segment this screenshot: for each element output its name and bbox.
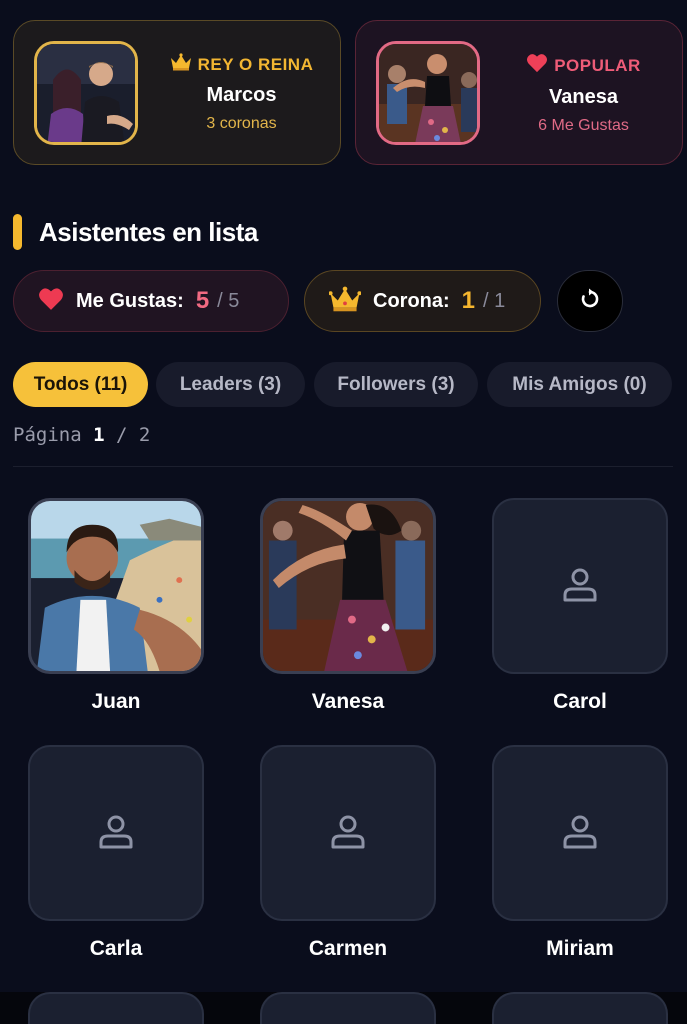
likes-counter: Me Gustas: 5 / 5 <box>13 270 289 332</box>
attendee-name: Carmen <box>308 937 388 960</box>
section-header: Asistentes en lista <box>13 213 258 251</box>
crown-icon <box>170 53 192 76</box>
section-accent-bar <box>13 214 22 250</box>
attendee-card-juan[interactable] <box>28 498 204 674</box>
popular-tag-label: POPULAR <box>554 55 641 75</box>
heart-icon <box>38 287 64 316</box>
king-name: Marcos <box>206 84 277 106</box>
juan-photo <box>31 501 201 671</box>
tab-leaders[interactable]: Leaders (3) <box>156 362 305 407</box>
heart-icon <box>526 53 548 78</box>
user-placeholder-icon <box>328 811 368 856</box>
attendee-card-carmen[interactable] <box>260 745 436 921</box>
attendee-name: Juan <box>91 690 141 713</box>
attendee-card-partial[interactable] <box>28 992 204 1024</box>
attendee-card-partial[interactable] <box>260 992 436 1024</box>
popular-tag: POPULAR <box>496 53 671 78</box>
user-placeholder-icon <box>560 811 600 856</box>
attendee-card-carol[interactable] <box>492 498 668 674</box>
king-crown-count: 3 coronas <box>206 115 277 132</box>
section-title: Asistentes en lista <box>39 216 258 247</box>
page-current: 1 <box>93 424 105 446</box>
user-placeholder-icon <box>96 811 136 856</box>
crown-counter: Corona: 1 / 1 <box>304 270 541 332</box>
king-tag: REY O REINA <box>154 53 329 76</box>
popular-photo <box>376 41 480 145</box>
refresh-button[interactable] <box>557 270 623 332</box>
page-separator: / <box>116 424 128 446</box>
attendee-card-partial[interactable] <box>492 992 668 1024</box>
crown-icon <box>328 286 362 317</box>
popular-name: Vanesa <box>549 86 618 108</box>
king-queen-card[interactable]: REY O REINA Marcos 3 coronas <box>13 20 341 165</box>
king-tag-label: REY O REINA <box>197 54 314 74</box>
attendee-name: Miriam <box>546 937 614 960</box>
attendee-name: Carla <box>89 937 143 960</box>
tab-followers[interactable]: Followers (3) <box>314 362 478 407</box>
page-prefix: Página <box>13 424 82 446</box>
page-indicator: Página 1 / 2 <box>13 424 150 446</box>
popular-likes-count: 6 Me Gustas <box>538 117 629 134</box>
tab-todos[interactable]: Todos (11) <box>13 362 148 407</box>
popular-info: POPULAR Vanesa 6 Me Gustas <box>496 53 671 135</box>
divider <box>13 466 673 467</box>
likes-value: 5 <box>195 287 210 314</box>
tab-mis-amigos[interactable]: Mis Amigos (0) <box>487 362 672 407</box>
king-info: REY O REINA Marcos 3 coronas <box>154 53 329 133</box>
attendee-card-vanesa[interactable] <box>260 498 436 674</box>
user-placeholder-icon <box>560 564 600 609</box>
attendee-card-carla[interactable] <box>28 745 204 921</box>
attendee-name: Vanesa <box>311 690 385 713</box>
highlight-cards: REY O REINA Marcos 3 coronas POPULAR Van… <box>13 20 683 165</box>
vanesa-photo <box>263 501 433 671</box>
page-total: 2 <box>138 424 151 446</box>
popular-card[interactable]: POPULAR Vanesa 6 Me Gustas <box>355 20 683 165</box>
crown-label: Corona: <box>373 289 450 312</box>
king-photo <box>34 41 138 145</box>
crown-max: / 1 <box>483 289 506 312</box>
likes-label: Me Gustas: <box>76 289 184 312</box>
crown-value: 1 <box>461 287 476 314</box>
refresh-icon <box>579 288 601 315</box>
attendee-name: Carol <box>553 690 607 713</box>
likes-max: / 5 <box>217 289 240 312</box>
attendee-card-miriam[interactable] <box>492 745 668 921</box>
